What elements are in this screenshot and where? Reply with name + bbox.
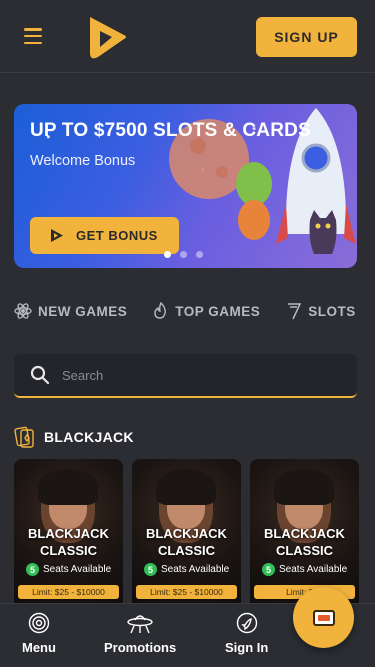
seats-text: Seats Available (161, 564, 230, 575)
tab-top-games[interactable]: TOP GAMES (153, 302, 260, 320)
banner-title: UP TO $7500 SLOTS & CARDS (30, 120, 311, 141)
nav-promotions[interactable]: Promotions (104, 612, 176, 655)
nav-menu-label: Menu (22, 640, 56, 655)
signup-button[interactable]: SIGN UP (256, 17, 357, 57)
tab-slots-label: SLOTS (308, 303, 356, 319)
seats-info: 5 Seats Available (144, 563, 229, 576)
alien-astronaut-illustration (236, 162, 272, 240)
game-title-line2: CLASSIC (157, 543, 216, 558)
game-title-line1: BLACKJACK (28, 526, 109, 541)
section-title: BLACKJACK (44, 429, 134, 445)
category-tabs: NEW GAMES TOP GAMES SLOTS (14, 298, 375, 324)
tab-new-games[interactable]: NEW GAMES (14, 302, 127, 320)
get-bonus-button[interactable]: GET BONUS (30, 217, 179, 254)
game-title: BLACKJACK CLASSIC (14, 525, 123, 559)
seats-text: Seats Available (279, 564, 348, 575)
atom-icon (14, 303, 32, 319)
promo-banner[interactable]: UP TO $7500 SLOTS & CARDS Welcome Bonus … (14, 104, 357, 268)
seats-info: 5 Seats Available (26, 563, 111, 576)
game-list: BLACKJACK CLASSIC 5 Seats Available Limit:… (14, 459, 359, 609)
seats-info: 5 Seats Available (262, 563, 347, 576)
carousel-dot[interactable] (196, 251, 203, 258)
game-card[interactable]: BLACKJACK CLASSIC 5 Seats Available Limit:… (14, 459, 123, 609)
nav-sign-in-label: Sign In (225, 640, 269, 655)
chat-ticket-icon (312, 609, 335, 626)
limit-badge: Limit: $25 - $10000 (18, 585, 119, 599)
game-card[interactable]: BLACKJACK CLASSIC 5 Seats Available Limit:… (132, 459, 241, 609)
carousel-dots (164, 251, 203, 258)
game-title-line1: BLACKJACK (264, 526, 345, 541)
seats-count-badge: 5 (26, 563, 39, 576)
game-title-line1: BLACKJACK (146, 526, 227, 541)
game-title-line2: CLASSIC (39, 543, 98, 558)
cards-icon (14, 426, 34, 448)
carousel-dot[interactable] (164, 251, 171, 258)
get-bonus-label: GET BONUS (76, 228, 158, 243)
carousel-dot[interactable] (180, 251, 187, 258)
banner-subtitle: Welcome Bonus (30, 153, 136, 169)
ufo-icon (127, 615, 153, 634)
seats-count-badge: 5 (262, 563, 275, 576)
limit-badge: Limit: $25 - $10000 (136, 585, 237, 599)
rocket-icon (236, 612, 257, 634)
search-input[interactable] (62, 367, 322, 383)
brand-logo[interactable] (84, 13, 130, 61)
dealer-hair (38, 469, 98, 505)
search-bar[interactable] (14, 354, 357, 398)
search-icon (30, 365, 50, 385)
flame-icon (154, 302, 167, 319)
dealer-hair (274, 469, 334, 505)
seven-icon (288, 303, 302, 320)
hamburger-menu-icon[interactable] (24, 28, 42, 44)
section-header-blackjack: BLACKJACK (14, 425, 134, 449)
game-title-line2: CLASSIC (275, 543, 334, 558)
nav-promotions-label: Promotions (104, 640, 177, 655)
target-icon (28, 612, 50, 634)
tab-slots[interactable]: SLOTS (286, 302, 356, 320)
brand-play-icon (51, 229, 63, 242)
tab-top-games-label: TOP GAMES (175, 303, 261, 319)
top-header: SIGN UP (0, 0, 375, 73)
game-title: BLACKJACK CLASSIC (132, 525, 241, 559)
seats-text: Seats Available (43, 564, 112, 575)
floating-chat-button[interactable] (293, 587, 354, 648)
seats-count-badge: 5 (144, 563, 157, 576)
game-card[interactable]: BLACKJACK CLASSIC 5 Seats Available Limit:… (250, 459, 359, 609)
nav-menu[interactable]: Menu (22, 612, 56, 655)
nav-sign-in[interactable]: Sign In (225, 612, 268, 655)
tab-new-games-label: NEW GAMES (38, 303, 128, 319)
dealer-hair (156, 469, 216, 505)
game-title: BLACKJACK CLASSIC (250, 525, 359, 559)
cat-illustration (309, 210, 337, 254)
